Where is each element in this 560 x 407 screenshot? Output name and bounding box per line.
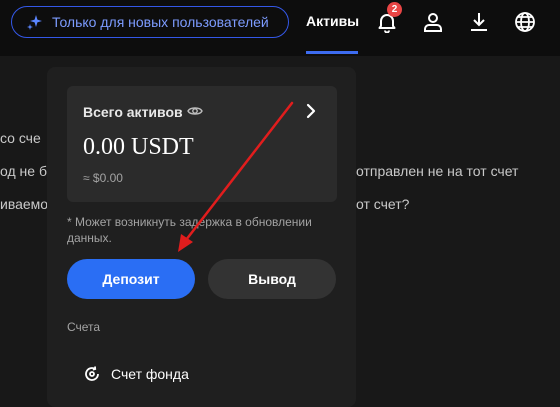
language-globe-icon[interactable] xyxy=(513,10,537,34)
user-profile-icon[interactable] xyxy=(421,10,445,34)
total-assets-card[interactable]: Всего активов 0.00 USDT ≈ $0.00 xyxy=(67,86,337,202)
active-tab-indicator xyxy=(306,51,358,54)
fund-account-icon xyxy=(83,365,101,383)
total-balance-value: 0.00 USDT xyxy=(83,134,194,160)
total-assets-title: Всего активов xyxy=(83,104,183,120)
update-delay-note: * Может возникнуть задержка в обновлении… xyxy=(67,215,312,245)
background-text-line: со сче xyxy=(0,130,41,146)
sparkle-icon xyxy=(26,13,44,31)
fund-account-item[interactable]: Счет фонда xyxy=(67,356,337,392)
background-text-line: иваемо xyxy=(0,196,49,212)
notification-count-badge: 2 xyxy=(387,2,402,17)
top-navigation-bar: Только для новых пользователей Активы 2 xyxy=(0,0,560,56)
download-icon[interactable] xyxy=(467,10,491,34)
approx-usd-value: ≈ $0.00 xyxy=(83,171,123,185)
new-users-promo-button[interactable]: Только для новых пользователей xyxy=(11,6,289,38)
background-text-line: од не б xyxy=(0,163,47,179)
withdraw-button[interactable]: Вывод xyxy=(208,259,336,299)
fund-account-label: Счет фонда xyxy=(111,366,189,382)
eye-icon[interactable] xyxy=(187,103,203,119)
background-text-line: отправлен не на тот счет xyxy=(356,163,519,179)
accounts-section-label: Счета xyxy=(67,320,101,334)
promo-label: Только для новых пользователей xyxy=(52,14,269,30)
background-text-line: от счет? xyxy=(356,196,410,212)
deposit-button[interactable]: Депозит xyxy=(67,259,195,299)
nav-tab-assets[interactable]: Активы xyxy=(306,13,359,29)
chevron-right-icon[interactable] xyxy=(303,102,319,120)
